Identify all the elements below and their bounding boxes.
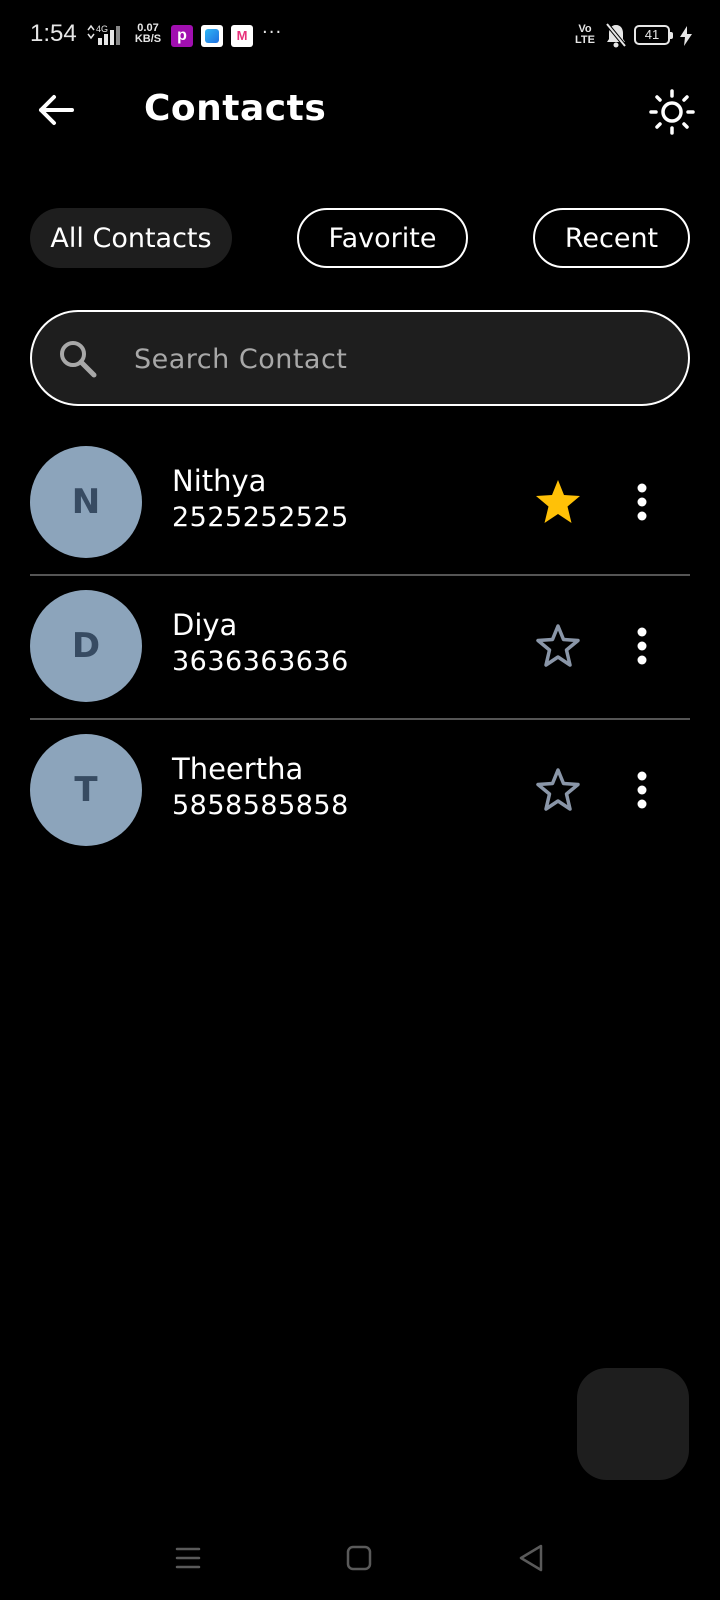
contact-phone: 5858585858	[172, 790, 349, 821]
contact-menu-button[interactable]	[618, 618, 666, 674]
divider	[30, 718, 690, 720]
divider	[30, 574, 690, 576]
battery-indicator: 41	[634, 25, 673, 45]
volte-indicator: Vo LTE	[575, 23, 595, 46]
contact-row[interactable]: D Diya 3636363636	[0, 590, 720, 734]
star-outline-icon	[536, 624, 580, 667]
network-speed: 0.07 KB/S	[133, 23, 163, 45]
more-vert-icon	[637, 771, 647, 809]
avatar: D	[30, 590, 142, 702]
status-bar: 1:54 4G 0.07 KB/S p M ··· Vo LTE 41	[0, 0, 720, 72]
more-vert-icon	[637, 483, 647, 521]
search-icon	[60, 341, 97, 378]
avatar: T	[30, 734, 142, 846]
favorite-toggle-button[interactable]	[530, 474, 586, 530]
charging-icon	[680, 26, 692, 46]
filter-chip-all-contacts[interactable]: All Contacts	[30, 208, 232, 268]
contact-menu-button[interactable]	[618, 762, 666, 818]
arrow-left-icon	[39, 95, 74, 125]
back-triangle-icon	[519, 1544, 543, 1572]
more-vert-icon	[637, 627, 647, 665]
system-navigation-bar	[0, 1520, 720, 1600]
notification-app-blue-icon	[201, 25, 223, 47]
mute-bell-icon	[605, 22, 627, 48]
star-filled-icon	[536, 480, 580, 523]
avatar: N	[30, 446, 142, 558]
contact-row[interactable]: N Nithya 2525252525	[0, 446, 720, 590]
contact-row[interactable]: T Theertha 5858585858	[0, 734, 720, 878]
filter-chip-favorite[interactable]: Favorite	[297, 208, 468, 268]
add-contact-button[interactable]	[577, 1368, 689, 1480]
back-button[interactable]	[32, 86, 80, 134]
page-title: Contacts	[144, 88, 327, 129]
contact-phone: 3636363636	[172, 646, 349, 677]
notification-app-m-icon: M	[231, 25, 253, 47]
search-input[interactable]	[132, 336, 636, 382]
contact-menu-button[interactable]	[618, 474, 666, 530]
nav-back-button[interactable]	[507, 1538, 555, 1578]
contact-phone: 2525252525	[172, 502, 349, 533]
nav-recents-button[interactable]	[164, 1538, 212, 1578]
favorite-toggle-button[interactable]	[530, 762, 586, 818]
speed-unit: KB/S	[134, 33, 162, 45]
filter-chip-recent[interactable]: Recent	[533, 208, 690, 268]
network-type: 4G	[96, 24, 109, 34]
star-outline-icon	[536, 768, 580, 811]
home-square-icon	[346, 1545, 372, 1571]
more-notifications-icon: ···	[262, 22, 283, 43]
nav-home-button[interactable]	[335, 1538, 383, 1578]
contact-name: Theertha	[172, 752, 304, 786]
favorite-toggle-button[interactable]	[530, 618, 586, 674]
theme-toggle-button[interactable]	[648, 88, 696, 136]
notification-app-p-icon: p	[171, 25, 193, 47]
search-bar[interactable]	[30, 310, 690, 406]
menu-lines-icon	[175, 1547, 201, 1569]
contact-name: Diya	[172, 608, 238, 642]
contact-name: Nithya	[172, 464, 267, 498]
sun-icon	[649, 89, 695, 135]
status-time: 1:54	[30, 20, 77, 47]
